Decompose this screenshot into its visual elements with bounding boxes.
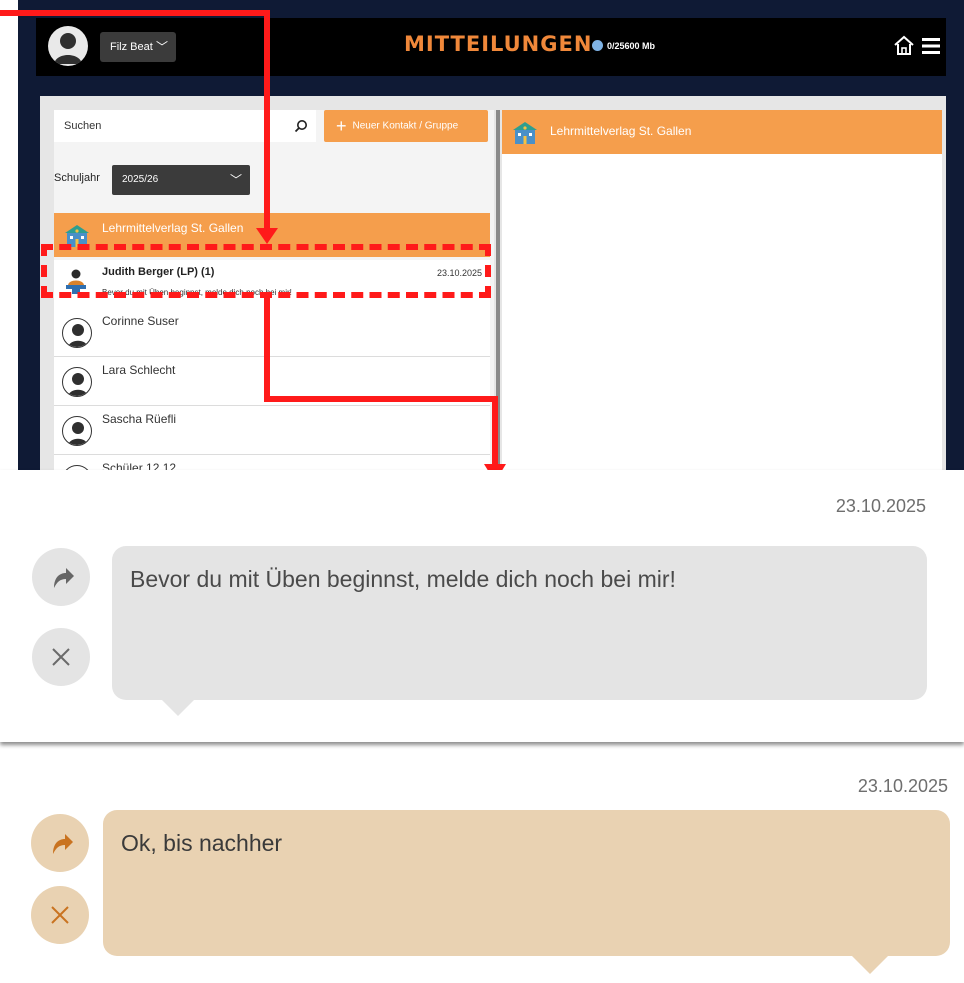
reply-bubble: Ok, bis nachher: [103, 810, 950, 974]
conversation-name: Judith Berger (LP) (1): [102, 266, 215, 278]
message-pane: Lehrmittelverlag St. Gallen: [502, 110, 942, 470]
org-name: Lehrmittelverlag St. Gallen: [102, 221, 244, 235]
conversation-title: Lehrmittelverlag St. Gallen: [550, 124, 692, 138]
person-avatar-icon: [62, 416, 92, 446]
close-icon: [51, 906, 69, 924]
contact-name: Schüler 12.12: [102, 461, 177, 470]
storage-indicator: 0/25600 Mb: [592, 40, 655, 51]
annotation-arrow-line: [264, 396, 498, 402]
delete-button[interactable]: [31, 886, 89, 944]
search-input[interactable]: Suchen: [54, 110, 316, 142]
message-date: 23.10.2025: [835, 496, 926, 516]
annotation-arrow-line: [492, 396, 498, 466]
globe-icon: [592, 40, 603, 51]
page-title: MITTEILUNGEN: [404, 32, 593, 56]
annotation-arrow-line: [264, 298, 270, 402]
user-name: Filz Beat: [110, 41, 153, 53]
school-building-icon: [513, 122, 537, 144]
forward-button[interactable]: [32, 548, 90, 606]
annotation-arrow-head: [256, 228, 278, 244]
teacher-icon: [66, 269, 86, 294]
contact-row[interactable]: Corinne Suser: [54, 308, 490, 357]
annotation-arrow-line: [264, 10, 270, 232]
annotation-arrow-line: [0, 10, 270, 16]
contact-name: Sascha Rüefli: [102, 412, 177, 426]
chevron-down-icon: ﹀: [155, 40, 168, 54]
new-contact-button[interactable]: + Neuer Kontakt / Gruppe: [324, 110, 488, 142]
user-dropdown[interactable]: Filz Beat ﹀: [100, 32, 176, 62]
contact-pane: Suchen + Neuer Kontakt / Gruppe Schuljahr…: [54, 110, 494, 470]
plus-icon: +: [336, 116, 347, 136]
bubble-tail: [852, 956, 888, 974]
selected-conversation[interactable]: Judith Berger (LP) (1) 23.10.2025 Bevor …: [54, 260, 490, 308]
school-building-icon: [65, 225, 89, 247]
school-year-value: 2025/26: [122, 174, 159, 185]
search-placeholder: Suchen: [64, 120, 102, 132]
conversation-header: Lehrmittelverlag St. Gallen: [502, 110, 942, 154]
person-avatar-icon: [62, 318, 92, 348]
menu-icon[interactable]: [920, 35, 942, 57]
reply-message-zoom: 23.10.2025 Ok, bis nachher: [0, 750, 964, 983]
message-text: Bevor du mit Üben beginnst, melde dich n…: [130, 566, 676, 592]
delete-button[interactable]: [32, 628, 90, 686]
home-icon[interactable]: [892, 34, 916, 58]
chevron-down-icon: ﹀: [229, 173, 242, 187]
forward-icon: [53, 834, 73, 854]
message-date: 23.10.2025: [857, 776, 948, 796]
search-icon[interactable]: [294, 119, 308, 133]
user-avatar[interactable]: [48, 26, 88, 66]
conversation-date: 23.10.2025: [436, 268, 482, 278]
bubble-tail: [162, 700, 194, 716]
contact-name: Corinne Suser: [102, 314, 179, 328]
contact-row[interactable]: Schüler 12.12: [54, 455, 490, 470]
incoming-message-zoom: 23.10.2025 Bevor du mit Üben beginnst, m…: [0, 470, 964, 742]
school-year-dropdown[interactable]: 2025/26 ﹀: [112, 165, 250, 195]
contact-row[interactable]: Sascha Rüefli: [54, 406, 490, 455]
close-icon: [52, 648, 70, 666]
new-contact-label: Neuer Kontakt / Gruppe: [352, 120, 459, 132]
reply-text: Ok, bis nachher: [121, 830, 283, 856]
school-year-label: Schuljahr: [54, 172, 100, 184]
forward-icon: [54, 568, 74, 588]
storage-text: 0/25600 Mb: [607, 40, 656, 51]
person-avatar-icon: [62, 367, 92, 397]
message-bubble: Bevor du mit Üben beginnst, melde dich n…: [112, 546, 927, 716]
contact-name: Lara Schlecht: [102, 363, 176, 377]
forward-button[interactable]: [31, 814, 89, 872]
top-bar: Filz Beat ﹀ MITTEILUNGEN 0/25600 Mb: [36, 18, 946, 76]
conversation-preview: Bevor du mit Üben beginnst, melde dich n…: [102, 288, 292, 297]
